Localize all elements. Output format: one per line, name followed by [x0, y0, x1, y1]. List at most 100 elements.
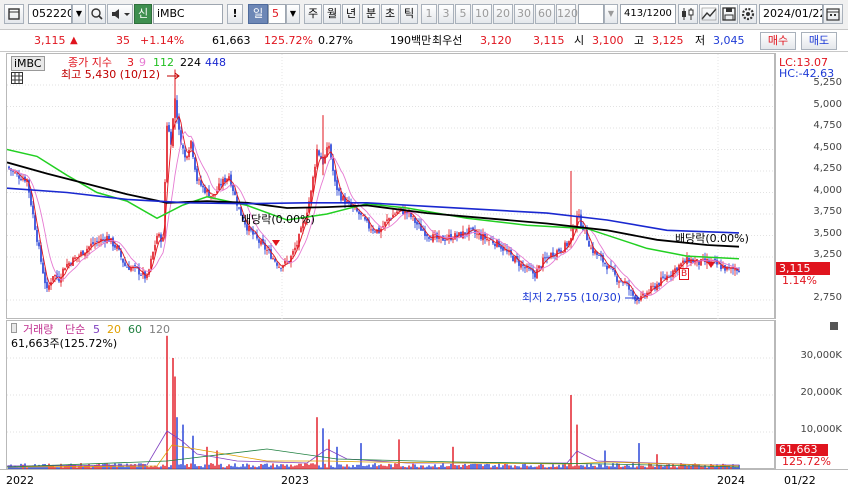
low-annotation: 최저 2,755 (10/30)	[522, 291, 622, 304]
ma-type-label: 단순	[65, 323, 86, 336]
code-dropdown-icon[interactable]: ▼	[72, 4, 86, 24]
trade-amount: 190백만	[390, 34, 432, 47]
x-axis: 2022 2023 2024 01/22	[0, 469, 848, 490]
price-axis: LC:13.07 HC:-42.63 5,250 5,000 4,750 4,500 4…	[775, 53, 848, 319]
interval-60-button[interactable]: 60	[535, 4, 555, 24]
high-annotation: 최고 5,430 (10/12)	[61, 68, 161, 81]
market-tag: 신	[134, 4, 152, 24]
volume-chart-panel[interactable]: 거래량 단순 5 20 60 120 61,663주(125.72%)	[6, 320, 776, 470]
custom-interval-input[interactable]	[578, 4, 604, 24]
interval-5-button[interactable]: 5	[455, 4, 471, 24]
volume-panel-marker	[11, 323, 17, 333]
x-label-2024: 2024	[717, 474, 745, 487]
open-label: 시	[574, 34, 585, 47]
volume-tick-0: 30,000K	[800, 350, 842, 361]
price-info-bar: 3,115 ▲ 35 +1.14% 61,663 125.72% 0.27% 1…	[0, 30, 848, 52]
period-tick-button[interactable]: 틱	[400, 4, 418, 24]
turnover-pct: 0.27%	[318, 34, 353, 47]
date-input[interactable]: 2024/01/22	[759, 4, 823, 24]
trend-tool-icon[interactable]	[699, 4, 719, 24]
volume-label: 거래량	[23, 323, 54, 336]
volume-tick-1: 20,000K	[800, 387, 842, 398]
data-count: 413	[624, 8, 644, 19]
price-chart-panel[interactable]: iMBC 종가 지수 3 9 112 224 448 최고 5,430 (10/…	[6, 53, 776, 320]
interval-30-button[interactable]: 30	[514, 4, 534, 24]
volume-bars	[8, 335, 740, 469]
price-tick-1: 5,000	[813, 99, 842, 110]
price-tick-7: 3,500	[813, 228, 842, 239]
stock-name-field[interactable]: iMBC	[153, 4, 223, 24]
price-tick-5: 4,000	[813, 185, 842, 196]
alert-button[interactable]: !	[227, 4, 243, 24]
price-tick-9: 2,750	[813, 292, 842, 303]
low-price: 3,045	[713, 34, 745, 47]
price-change-pct: +1.14%	[140, 34, 185, 47]
ma-224-legend: 224	[180, 56, 201, 69]
calendar-icon[interactable]	[823, 4, 843, 24]
vol-ma-120-legend: 120	[149, 323, 170, 336]
panel-close-icon[interactable]	[830, 322, 838, 330]
vol-ma-60-legend: 60	[128, 323, 142, 336]
interval-120-button[interactable]: 120	[556, 4, 578, 24]
volume-ratio: 125.72%	[264, 34, 313, 47]
volume-text: 61,663주(125.72%)	[11, 337, 118, 350]
volume-tick-2: 10,000K	[800, 424, 842, 435]
sell-button[interactable]: 매도	[801, 32, 837, 50]
best-ask: 3,120	[480, 34, 512, 47]
price-tick-6: 3,750	[813, 206, 842, 217]
toolbar: 052220 ▼ 신 iMBC ! 일 5 ▼ 주 월 년 분 초 틱 1 3 …	[0, 0, 848, 30]
period-year-button[interactable]: 년	[342, 4, 360, 24]
gear-icon[interactable]	[739, 4, 757, 24]
period-dropdown-icon[interactable]: ▼	[286, 4, 300, 24]
period-day-button[interactable]: 일	[248, 4, 268, 24]
candles	[8, 69, 740, 305]
best-quote-label: 최우선	[432, 34, 463, 47]
pct-tag: 1.14%	[782, 274, 817, 287]
change-up-icon: ▲	[70, 35, 78, 46]
volume-value: 61,663	[212, 34, 251, 47]
vol-ma-5-legend: 5	[93, 323, 100, 336]
interval-20-button[interactable]: 20	[493, 4, 513, 24]
stock-code-input[interactable]: 052220	[28, 4, 72, 24]
period-count-input[interactable]: 5	[268, 4, 286, 24]
candle-style-icon[interactable]	[678, 4, 698, 24]
interval-3-button[interactable]: 3	[438, 4, 454, 24]
interval-10-button[interactable]: 10	[472, 4, 492, 24]
save-icon[interactable]	[720, 4, 738, 24]
period-second-button[interactable]: 초	[381, 4, 399, 24]
period-month-button[interactable]: 월	[323, 4, 341, 24]
price-tick-4: 4,250	[813, 163, 842, 174]
x-date-tag: 01/22	[784, 474, 816, 487]
current-price: 3,115	[34, 34, 66, 47]
b-marker: B	[679, 268, 690, 280]
vol-ma-20-legend: 20	[107, 323, 121, 336]
symbol-label: iMBC	[11, 56, 45, 71]
search-icon[interactable]	[88, 4, 106, 24]
interval-1-button[interactable]: 1	[421, 4, 437, 24]
price-tick-0: 5,250	[813, 77, 842, 88]
speaker-icon[interactable]	[107, 4, 133, 24]
low-label: 저	[695, 34, 706, 47]
ma-448-legend: 448	[205, 56, 226, 69]
price-tick-3: 4,500	[813, 142, 842, 153]
price-tick-8: 3,250	[813, 249, 842, 260]
period-minute-button[interactable]: 분	[362, 4, 380, 24]
data-count-field[interactable]: 413/1200	[620, 4, 676, 24]
volume-axis: 30,000K 20,000K 10,000K 61,663 125.72%	[775, 320, 848, 469]
volume-chart-canvas[interactable]	[7, 321, 776, 470]
dividend-annotation-1: 배당락(0.00%)	[241, 213, 315, 226]
volume-pct-tag: 125.72%	[782, 455, 831, 468]
custom-interval-dropdown-icon[interactable]: ▼	[604, 4, 618, 24]
x-label-2023: 2023	[281, 474, 309, 487]
grid-toggle-icon[interactable]	[11, 72, 23, 87]
x-label-2022: 2022	[6, 474, 34, 487]
high-price: 3,125	[652, 34, 684, 47]
price-chart-canvas[interactable]	[7, 54, 776, 320]
window-icon[interactable]	[4, 4, 24, 24]
dividend-annotation-2: 배당락(0.00%)	[675, 232, 749, 245]
open-price: 3,100	[592, 34, 624, 47]
buy-button[interactable]: 매수	[760, 32, 796, 50]
best-bid: 3,115	[533, 34, 565, 47]
price-tick-2: 4,750	[813, 120, 842, 131]
period-week-button[interactable]: 주	[304, 4, 322, 24]
